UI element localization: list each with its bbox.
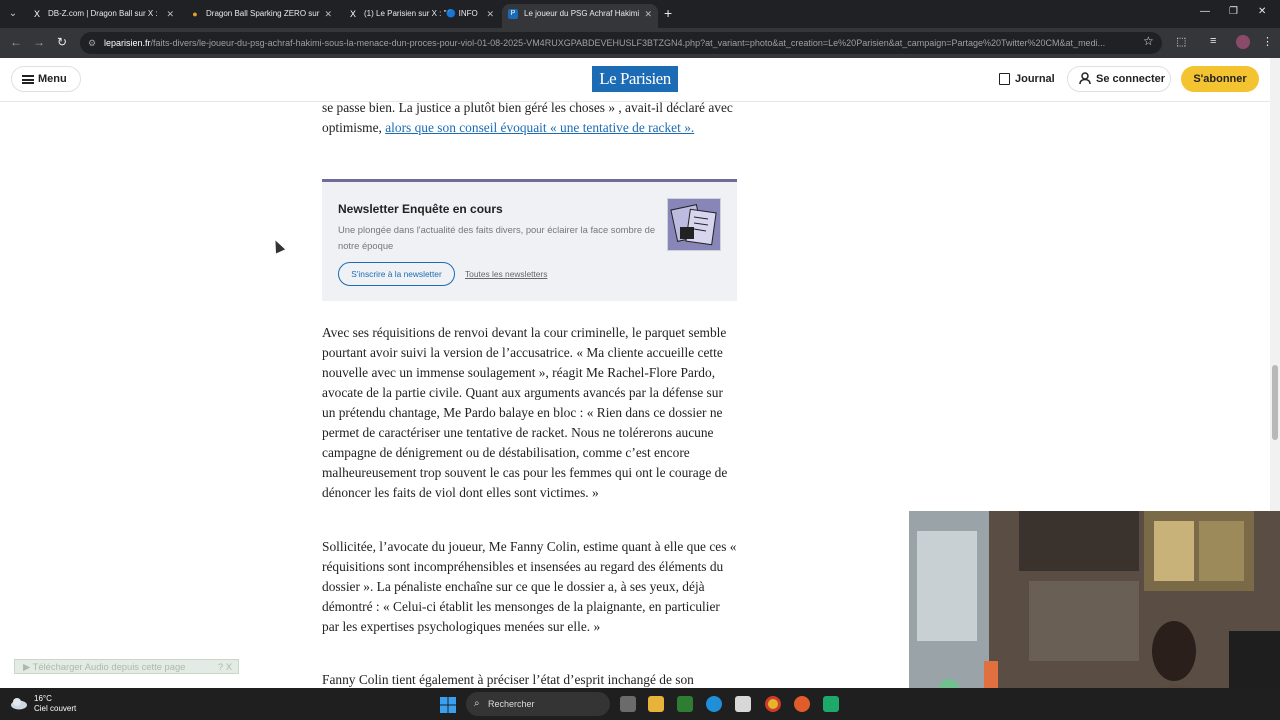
store-icon[interactable] [735,696,751,712]
dot-icon: ● [192,9,198,19]
weather-condition: Ciel couvert [34,704,77,713]
file-explorer-icon[interactable] [648,696,664,712]
browser-tab[interactable]: X DB-Z.com | Dragon Ball sur X : ✕ [26,4,180,28]
article-paragraph: Sollicitée, l’avocate du joueur, Me Fann… [322,539,737,634]
site-header: Menu Le Parisien Journal Se connecter S'… [0,58,1270,102]
site-info-icon[interactable]: ⚙ [88,32,96,54]
x-icon: X [33,9,40,19]
tab-title: DB-Z.com | Dragon Ball sur X : [48,9,158,18]
case-files-icon [670,204,717,246]
url-bar[interactable]: ⚙ leparisien.fr/faits-divers/le-joueur-d… [80,32,1162,54]
menu-label: Menu [38,73,67,85]
le-parisien-logo[interactable]: Le Parisien [592,66,678,92]
article-paragraph: se passe bien. La justice a plutôt bien … [322,98,738,138]
taskbar-search-placeholder: Rechercher [488,699,535,709]
hamburger-icon [22,75,34,84]
article-paragraph: Avec ses réquisitions de renvoi devant l… [322,325,728,500]
article-inline-link[interactable]: alors que son conseil évoquait « une ten… [385,120,694,135]
cloud-icon [11,698,27,710]
close-icon[interactable]: ✕ [166,4,174,24]
browser-tab-active[interactable]: P Le joueur du PSG Achraf Hakimi ✕ [502,4,658,28]
login-label: Se connecter [1096,73,1166,85]
newspaper-icon [999,73,1010,85]
task-view-icon[interactable] [620,696,636,712]
menu-button[interactable]: Menu [11,66,81,92]
article-paragraph: Fanny Colin tient également à préciser l… [322,672,694,687]
back-icon[interactable]: ← [10,35,22,49]
new-tab-icon[interactable]: + [664,4,672,22]
window-close-icon[interactable]: ✕ [1258,6,1266,17]
journal-label: Journal [1015,73,1055,85]
close-icon[interactable]: ✕ [486,4,494,24]
tab-title: Dragon Ball Sparking ZERO sur [206,9,320,18]
chrome-icon[interactable] [765,696,781,712]
newsletter-box: Newsletter Enquête en cours Une plongée … [322,179,737,301]
close-icon[interactable]: ✕ [644,4,652,24]
firefox-icon[interactable] [794,696,810,712]
tab-title: (1) Le Parisien sur X : "🔵 INFO [364,9,478,18]
audio-download-bar[interactable]: ▶ Télécharger Audio depuis cette page ? … [14,659,239,674]
reading-list-icon[interactable]: ≡ [1210,35,1216,47]
extensions-icon[interactable]: ⬚ [1176,35,1186,48]
newsletter-subscribe-button[interactable]: S'inscrire à la newsletter [338,262,455,286]
login-button[interactable]: Se connecter [1067,66,1171,92]
search-icon: ⌕ [474,698,480,709]
newsletter-title: Newsletter Enquête en cours [338,202,503,216]
play-icon: ▶ [23,661,33,672]
browser-menu-icon[interactable]: ⋮ [1262,35,1273,48]
browser-tab-bar: ⌄ X DB-Z.com | Dragon Ball sur X : ✕ ● D… [0,0,1280,28]
parisien-icon: P [508,9,518,19]
maximize-icon[interactable]: ❐ [1229,6,1238,17]
minimize-icon[interactable]: — [1200,6,1210,17]
url-path: /faits-divers/le-joueur-du-psg-achraf-ha… [150,38,1106,48]
weather-widget[interactable]: 16°C Ciel couvert [10,694,76,714]
bookmark-star-icon[interactable]: ☆ [1143,34,1154,48]
close-icon[interactable]: ✕ [324,4,332,24]
app-icon[interactable] [823,696,839,712]
reload-icon[interactable]: ↻ [57,35,67,49]
taskbar-search-box[interactable]: ⌕ Rechercher [466,692,610,716]
tab-title: Le joueur du PSG Achraf Hakimi [524,9,640,18]
x-icon: X [349,9,356,19]
forward-icon[interactable]: → [33,35,45,49]
all-newsletters-link[interactable]: Toutes les newsletters [465,269,547,279]
page-scrollbar-thumb[interactable] [1272,365,1278,440]
tab-search-chevron-icon[interactable]: ⌄ [4,5,22,23]
subscribe-button[interactable]: S'abonner [1181,66,1259,92]
audio-download-label: Télécharger Audio depuis cette page [32,661,186,672]
mouse-cursor-icon [270,238,286,254]
user-icon [1079,72,1091,85]
browser-tab[interactable]: ● Dragon Ball Sparking ZERO sur ✕ [184,4,338,28]
newsletter-illustration [667,198,721,251]
xbox-icon[interactable] [677,696,693,712]
edge-icon[interactable] [706,696,722,712]
address-toolbar: ← → ↻ ⚙ leparisien.fr/faits-divers/le-jo… [0,28,1280,58]
browser-tab[interactable]: X (1) Le Parisien sur X : "🔵 INFO ✕ [342,4,500,28]
profile-avatar-icon[interactable] [1236,35,1250,49]
windows-start-icon[interactable] [440,697,456,713]
journal-link[interactable]: Journal [999,73,1055,85]
audio-bar-controls[interactable]: ? X [218,660,232,673]
temperature: 16°C [34,694,52,703]
newsletter-description: Une plongée dans l'actualité des faits d… [338,224,656,251]
windows-taskbar: 16°C Ciel couvert ⌕ Rechercher [0,688,1280,720]
url-host: leparisien.fr [104,38,151,48]
